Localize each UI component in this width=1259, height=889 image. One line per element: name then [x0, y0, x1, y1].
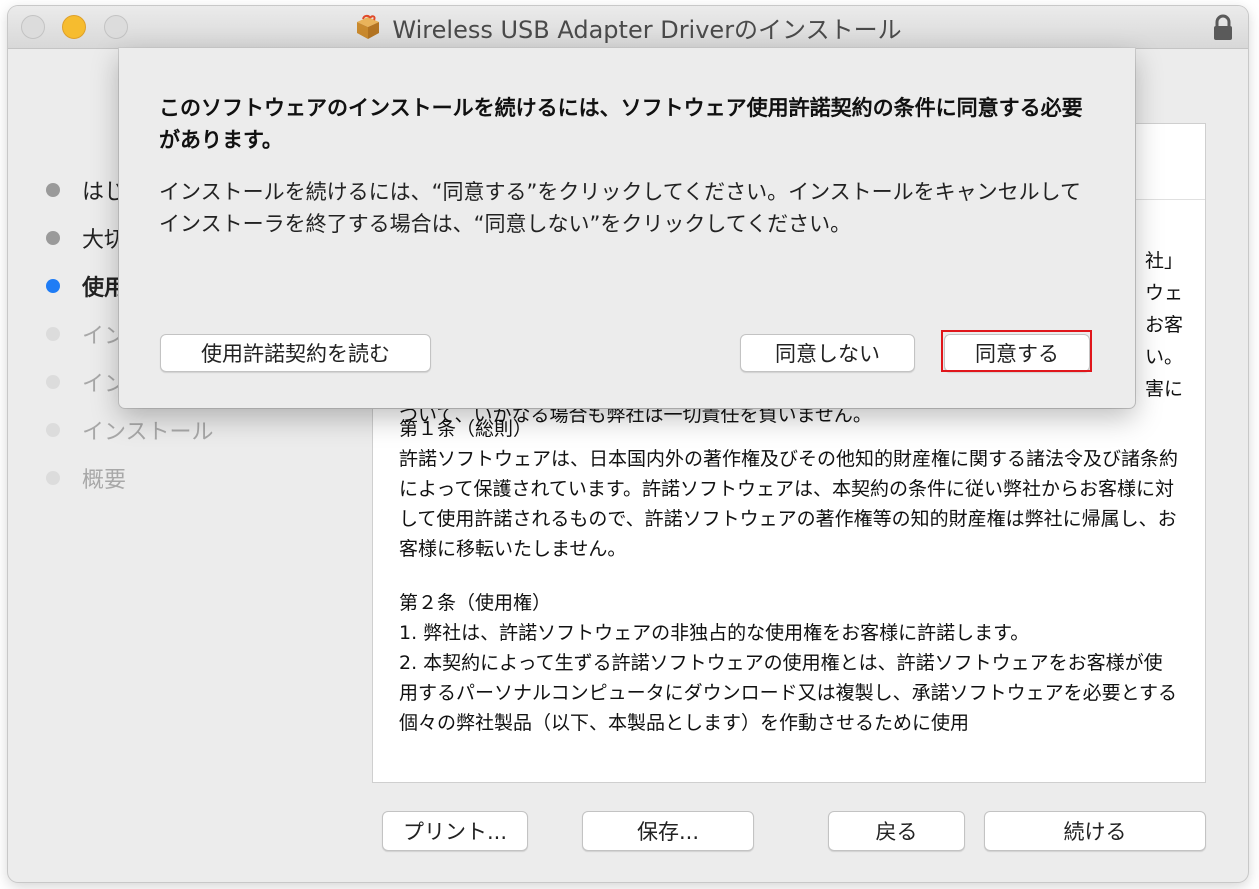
article-title: 第１条（総則）	[399, 418, 533, 440]
agreement-sheet: このソフトウェアのインストールを続けるには、ソフトウェア使用許諾契約の条件に同意…	[119, 48, 1135, 408]
step-status-dot	[46, 327, 60, 341]
license-article-2: 第２条（使用権） 1. 弊社は、許諾ソフトウェアの非独占的な使用権をお客様に許諾…	[399, 588, 1181, 738]
license-text-fragment: 社」	[1144, 250, 1183, 272]
license-text: 第１条（総則） 許諾ソフトウェアは、日本国内外の著作権及びその他知的財産権に関す…	[399, 414, 1181, 762]
license-text-fragment: お客	[1144, 314, 1183, 336]
article-item: 2. 本契約によって生ずる許諾ソフトウェアの使用権とは、許諾ソフトウェアをお客様…	[399, 652, 1178, 734]
window-title: Wireless USB Adapter Driverのインストール	[392, 15, 902, 44]
article-item: 1. 弊社は、許諾ソフトウェアの非独占的な使用権をお客様に許諾します。	[399, 622, 1030, 644]
agree-button[interactable]: 同意する	[944, 334, 1090, 372]
step-summary: 概要	[46, 454, 266, 502]
step-label: 概要	[82, 468, 127, 493]
step-status-dot	[46, 231, 60, 245]
sheet-heading: このソフトウェアのインストールを続けるには、ソフトウェア使用許諾契約の条件に同意…	[159, 96, 1083, 152]
sheet-message: インストールを続けるには、“同意する”をクリックしてください。インストールをキャ…	[159, 180, 1082, 236]
step-status-dot	[46, 471, 60, 485]
license-text-fragment: ウェ	[1144, 282, 1183, 304]
title-bar[interactable]: Wireless USB Adapter Driverのインストール	[8, 6, 1248, 49]
back-button[interactable]: 戻る	[828, 811, 965, 851]
step-install: インストール	[46, 406, 266, 454]
installer-window: Wireless USB Adapter Driverのインストール はじめに …	[8, 6, 1248, 882]
step-label: インストール	[82, 420, 214, 445]
lock-icon	[1214, 14, 1232, 40]
article-title: 第２条（使用権）	[399, 592, 552, 614]
save-button[interactable]: 保存...	[582, 811, 754, 851]
window-title-group: Wireless USB Adapter Driverのインストール	[8, 6, 1248, 48]
step-status-dot	[46, 279, 60, 293]
step-status-dot	[46, 183, 60, 197]
continue-button[interactable]: 続ける	[984, 811, 1206, 851]
article-body: 許諾ソフトウェアは、日本国内外の著作権及びその他知的財産権に関する諸法令及び諸条…	[399, 448, 1179, 560]
license-text-fragment: い。	[1144, 346, 1183, 368]
license-text-fragment: 害に	[1144, 378, 1183, 400]
print-button[interactable]: プリント...	[382, 811, 528, 851]
read-license-button[interactable]: 使用許諾契約を読む	[160, 334, 431, 372]
step-status-dot	[46, 375, 60, 389]
package-icon	[357, 14, 380, 39]
step-status-dot	[46, 423, 60, 437]
disagree-button[interactable]: 同意しない	[740, 334, 915, 372]
license-article-1: 第１条（総則） 許諾ソフトウェアは、日本国内外の著作権及びその他知的財産権に関す…	[399, 414, 1181, 564]
